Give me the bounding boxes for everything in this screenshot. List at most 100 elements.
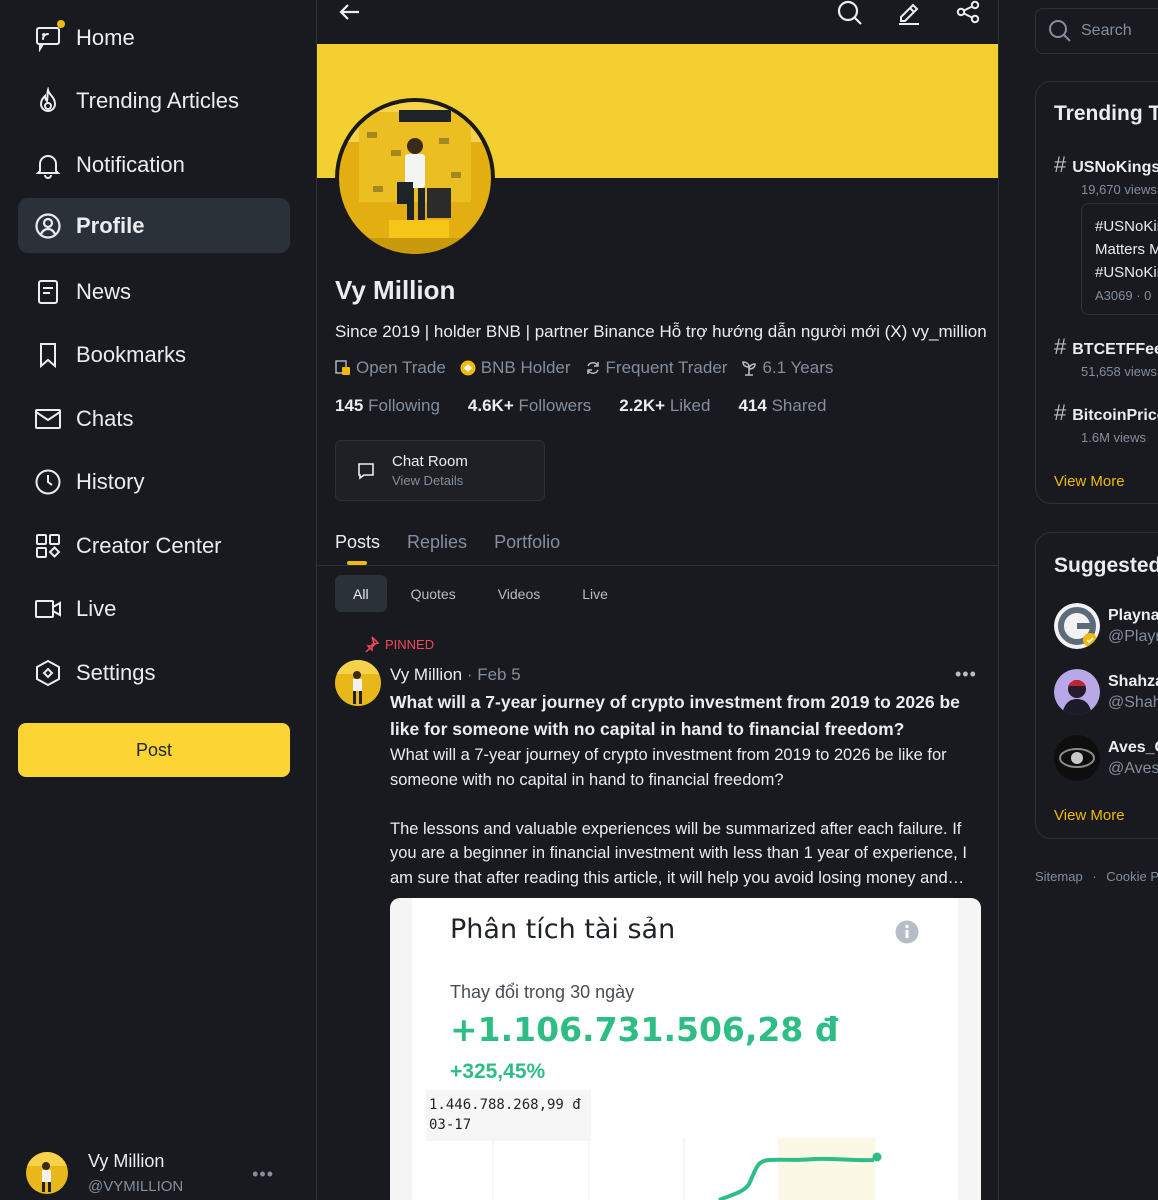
trend-views: 1.6M views [1081, 430, 1147, 445]
profile-name: Vy Million [335, 275, 456, 305]
tabs-divider [317, 565, 998, 566]
footer-links: Sitemap · Cookie Preferences [1035, 869, 1158, 884]
change-percent: +325,45% [450, 1060, 546, 1083]
notification-dot [57, 19, 65, 28]
profile-tabs: Posts Replies Portfolio [335, 532, 587, 565]
post-filter-tabs: All Quotes Videos Live [335, 575, 632, 612]
badge-frequent-trader: Frequent Trader [585, 358, 728, 378]
profile-stats: 145 Following 4.6K+ Followers 2.2K+ Like… [335, 396, 854, 416]
chat-room-card[interactable]: Chat Room View Details [335, 440, 545, 501]
search-box[interactable]: Search [1035, 8, 1158, 54]
avatar [1054, 603, 1100, 649]
sidebar-item-history[interactable]: History [18, 454, 290, 509]
bell-icon [33, 150, 63, 180]
post-header: Vy Million · Feb 5 [390, 665, 521, 685]
badge-bnb-holder: BNB Holder [460, 358, 571, 378]
subtab-videos[interactable]: Videos [480, 575, 559, 612]
suggested-creator[interactable]: Playnance @Playnance [1054, 603, 1158, 649]
user-name: Vy Million [88, 1151, 165, 1171]
suggested-creator[interactable]: Shahzad @Shahzad [1054, 669, 1158, 715]
badge-label: Open Trade [356, 358, 446, 377]
sidebar-item-news[interactable]: News [18, 264, 290, 319]
search-icon [1048, 19, 1072, 43]
sidebar-item-label: History [76, 468, 145, 494]
tab-portfolio[interactable]: Portfolio [494, 532, 560, 565]
sidebar-item-label: Chats [76, 405, 134, 431]
subtab-quotes[interactable]: Quotes [393, 575, 474, 612]
trend-item[interactable]: #BTCETFFeeWar [1054, 334, 1158, 360]
trend-item[interactable]: #BitcoinPrices [1054, 400, 1158, 426]
user-more-button[interactable]: ••• [252, 1164, 274, 1185]
chat-bubble-icon [356, 461, 376, 481]
bookmark-icon [33, 340, 63, 370]
view-more-trending-link[interactable]: View More [1054, 473, 1125, 490]
top-bar [317, 0, 998, 44]
right-column: Search Trending Topics #USNoKings 19,670… [999, 0, 1158, 1200]
sidebar-item-label: Profile [76, 212, 145, 238]
post-title[interactable]: What will a 7-year journey of crypto inv… [390, 689, 980, 743]
cookie-preferences-link[interactable]: Cookie Preferences [1106, 869, 1158, 884]
sidebar-item-home[interactable]: Home [18, 10, 290, 65]
stat-following[interactable]: 145 Following [335, 396, 440, 416]
grid-icon [33, 531, 63, 561]
post-author-name[interactable]: Vy Million [390, 665, 462, 684]
search-input[interactable]: Search [1081, 22, 1132, 40]
share-icon[interactable] [955, 0, 981, 26]
profile-avatar[interactable] [335, 98, 495, 258]
sidebar-item-profile[interactable]: Profile [18, 198, 290, 253]
trend-views: 51,658 views [1081, 364, 1157, 379]
trend-post-snippet[interactable]: #USNoKings Matters Most #USNoKings A3069… [1081, 203, 1158, 315]
post-author-avatar[interactable] [335, 660, 381, 706]
avatar [1054, 669, 1100, 715]
footer-separator: · [1092, 869, 1097, 884]
search-icon[interactable] [836, 0, 864, 28]
tab-posts[interactable]: Posts [335, 532, 380, 565]
sidebar-item-bookmarks[interactable]: Bookmarks [18, 327, 290, 382]
sidebar-item-label: Bookmarks [76, 341, 187, 367]
sidebar-item-notification[interactable]: Notification [18, 137, 290, 192]
tab-replies[interactable]: Replies [407, 532, 467, 565]
subtab-all[interactable]: All [335, 575, 387, 612]
back-arrow-icon[interactable] [337, 0, 363, 26]
hashtag-icon: # [1054, 152, 1067, 177]
sidebar-item-label: Settings [76, 659, 156, 685]
stat-shared: 414 Shared [738, 396, 827, 415]
sidebar-item-chats[interactable]: Chats [18, 391, 290, 446]
post-button[interactable]: Post [18, 723, 290, 777]
sidebar-item-trending[interactable]: Trending Articles [18, 73, 290, 128]
sidebar-item-creator-center[interactable]: Creator Center [18, 518, 290, 573]
trend-item[interactable]: # USNoKings [1054, 152, 1158, 178]
change-value: +1.106.731.506,28 đ [450, 1010, 839, 1049]
sidebar-item-label: Creator Center [76, 532, 222, 558]
badge-years: 6.1 Years [741, 358, 833, 378]
change-period-label: Thay đổi trong 30 ngày [450, 982, 635, 1002]
suggested-creator[interactable]: Aves_Crypto @Aves_Crypto [1054, 735, 1158, 781]
user-handle: @VYMILLION [88, 1178, 184, 1195]
edit-icon[interactable] [896, 0, 922, 26]
current-user[interactable]: Vy Million @VYMILLION ••• [26, 1150, 290, 1196]
asset-line-chart [492, 1138, 882, 1200]
profile-bio: Since 2019 | holder BNB | partner Binanc… [335, 322, 987, 341]
trend-views: 19,670 views [1081, 182, 1157, 197]
video-icon [33, 594, 63, 624]
sidebar-item-label: Home [76, 24, 135, 50]
sidebar-item-settings[interactable]: Settings [18, 645, 290, 700]
settings-icon [33, 658, 63, 688]
pin-icon [365, 636, 379, 652]
sitemap-link[interactable]: Sitemap [1035, 869, 1083, 884]
post-body[interactable]: What will a 7-year journey of crypto inv… [390, 743, 986, 915]
profile-icon [33, 211, 63, 241]
sidebar-item-label: Trending Articles [76, 87, 240, 113]
view-more-creators-link[interactable]: View More [1054, 807, 1125, 824]
trending-topics-card: Trending Topics #USNoKings 19,670 views … [1035, 81, 1158, 504]
subtab-live[interactable]: Live [564, 575, 626, 612]
badge-label: 6.1 Years [762, 358, 834, 377]
post-image[interactable]: Phân tích tài sản Thay đổi trong 30 ngày… [390, 898, 981, 1200]
stat-followers[interactable]: 4.6K+ Followers [468, 396, 591, 416]
sidebar-item-live[interactable]: Live [18, 581, 290, 636]
sidebar-item-label: News [76, 278, 132, 304]
badge-label: Frequent Trader [605, 358, 728, 377]
post-more-button[interactable]: ••• [955, 664, 977, 685]
tooltip-value: 1.446.788.268,99 đ [429, 1097, 581, 1113]
badge-open-trade: Open Trade [335, 358, 446, 378]
